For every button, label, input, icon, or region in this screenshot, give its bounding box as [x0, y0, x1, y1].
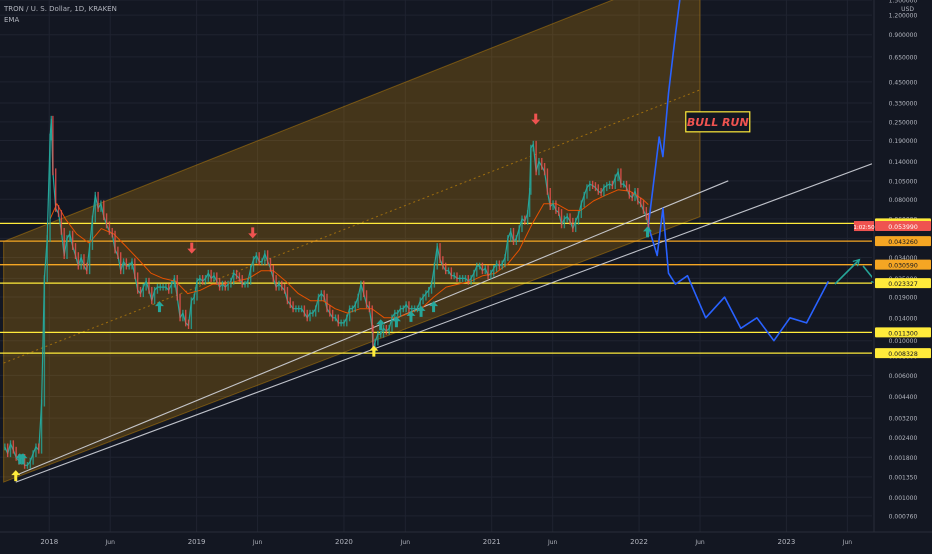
y-tick-label: 0.450000: [889, 79, 918, 86]
x-tick-label: Jun: [547, 539, 558, 546]
chart-area[interactable]: TRON / U. S. Dollar, 1D, KRAKEN EMA BULL…: [0, 0, 932, 550]
x-tick-label: Jun: [842, 539, 853, 546]
y-tick-label: 1.200000: [889, 13, 918, 20]
y-tick-label: 0.650000: [889, 54, 918, 61]
x-tick-label: Jun: [252, 539, 263, 546]
price-level-tag-text: 0.008328: [888, 351, 918, 358]
y-tick-label: 0.080000: [889, 197, 918, 204]
x-tick-label: Jun: [105, 539, 116, 546]
x-tick-label: Jun: [400, 539, 411, 546]
annotation-text: BULL RUN: [687, 116, 749, 129]
y-tick-label: 0.330000: [889, 100, 918, 107]
x-tick-label: 2019: [188, 538, 206, 546]
price-level-tag-text: 0.030590: [888, 263, 918, 270]
y-tick-label: 0.002400: [889, 435, 918, 442]
x-tick-label: 2022: [630, 538, 648, 546]
y-tick-label: 0.010000: [889, 338, 918, 345]
price-level-tag-text: 0.043260: [888, 239, 918, 246]
y-tick-label: 0.140000: [889, 159, 918, 166]
x-tick-label: 2018: [40, 538, 58, 546]
projection-path[interactable]: [647, 207, 830, 342]
price-chart[interactable]: BULL RUN 1.500000 1.200000 0.900000 0.650000…: [0, 0, 932, 550]
countdown-tag-text: 1:02:50: [853, 225, 875, 231]
x-tick-label: 2020: [335, 538, 353, 546]
y-tick-label: 0.001800: [889, 455, 918, 462]
price-level-tag-text: 0.053990: [888, 224, 918, 231]
x-tick-label: 2023: [778, 538, 796, 546]
price-level-tag-text: 0.023327: [888, 281, 918, 288]
y-tick-label: 0.019000: [889, 295, 918, 302]
y-tick-label: 0.003200: [889, 416, 918, 423]
x-tick-label: 2021: [483, 538, 501, 546]
y-tick-label: 0.001350: [889, 474, 918, 481]
y-tick-label: 1.500000: [889, 0, 918, 5]
y-tick-label: 0.001000: [889, 495, 918, 502]
y-tick-label: 0.250000: [889, 119, 918, 126]
y-tick-label: 0.000760: [889, 513, 918, 520]
x-tick-label: Jun: [694, 539, 705, 546]
chart-header: TRON / U. S. Dollar, 1D, KRAKEN EMA: [4, 4, 117, 26]
y-unit-label: USD: [901, 6, 914, 13]
y-tick-label: 0.900000: [889, 32, 918, 39]
y-tick-label: 0.105000: [889, 178, 918, 185]
y-tick-label: 0.004400: [889, 394, 918, 401]
y-tick-label: 0.006000: [889, 373, 918, 380]
price-level-tag-text: 0.011300: [888, 330, 918, 337]
y-tick-label: 0.190000: [889, 138, 918, 145]
y-tick-label: 0.014000: [889, 315, 918, 322]
indicator-label[interactable]: EMA: [4, 15, 117, 26]
symbol-title: TRON / U. S. Dollar, 1D, KRAKEN: [4, 5, 117, 13]
